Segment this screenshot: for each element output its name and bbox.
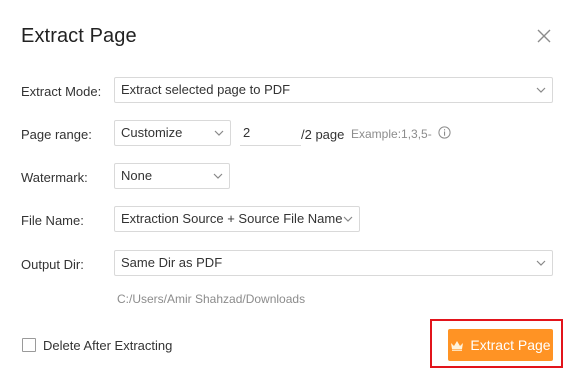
watermark-label: Watermark: [21,170,88,185]
page-range-example: Example:1,3,5- [351,127,432,141]
file-name-select[interactable]: Extraction Source + Source File Name [114,206,360,232]
extract-page-dialog: Extract Page Extract Mode: Extract selec… [0,0,575,382]
info-icon[interactable] [438,126,451,139]
extract-mode-select[interactable]: Extract selected page to PDF [114,77,553,103]
page-total-text: /2 page [301,127,345,142]
output-dir-label: Output Dir: [21,257,84,272]
file-name-label: File Name: [21,213,84,228]
chevron-down-icon [214,130,224,136]
extract-page-button[interactable]: Extract Page [448,329,553,361]
close-icon[interactable] [536,28,552,44]
page-range-input[interactable]: 2 [240,120,301,146]
output-dir-path: C:/Users/Amir Shahzad/Downloads [117,292,306,306]
chevron-down-icon [343,216,353,222]
chevron-down-icon [536,87,546,93]
delete-after-checkbox[interactable] [22,338,36,352]
page-range-label: Page range: [21,127,92,142]
chevron-down-icon [213,173,223,179]
watermark-value: None [121,168,153,183]
delete-after-label[interactable]: Delete After Extracting [43,338,172,353]
file-name-value: Extraction Source + Source File Name [121,211,343,226]
output-dir-value: Same Dir as PDF [121,255,223,270]
crown-icon [451,340,464,351]
dialog-title: Extract Page [21,25,137,47]
page-range-mode-value: Customize [121,125,183,140]
watermark-select[interactable]: None [114,163,230,189]
page-range-mode-select[interactable]: Customize [114,120,231,146]
extract-page-button-label: Extract Page [470,337,551,353]
page-range-input-value: 2 [243,125,251,140]
extract-mode-value: Extract selected page to PDF [121,82,291,97]
output-dir-select[interactable]: Same Dir as PDF [114,250,553,276]
chevron-down-icon [536,260,546,266]
extract-mode-label: Extract Mode: [21,84,102,99]
